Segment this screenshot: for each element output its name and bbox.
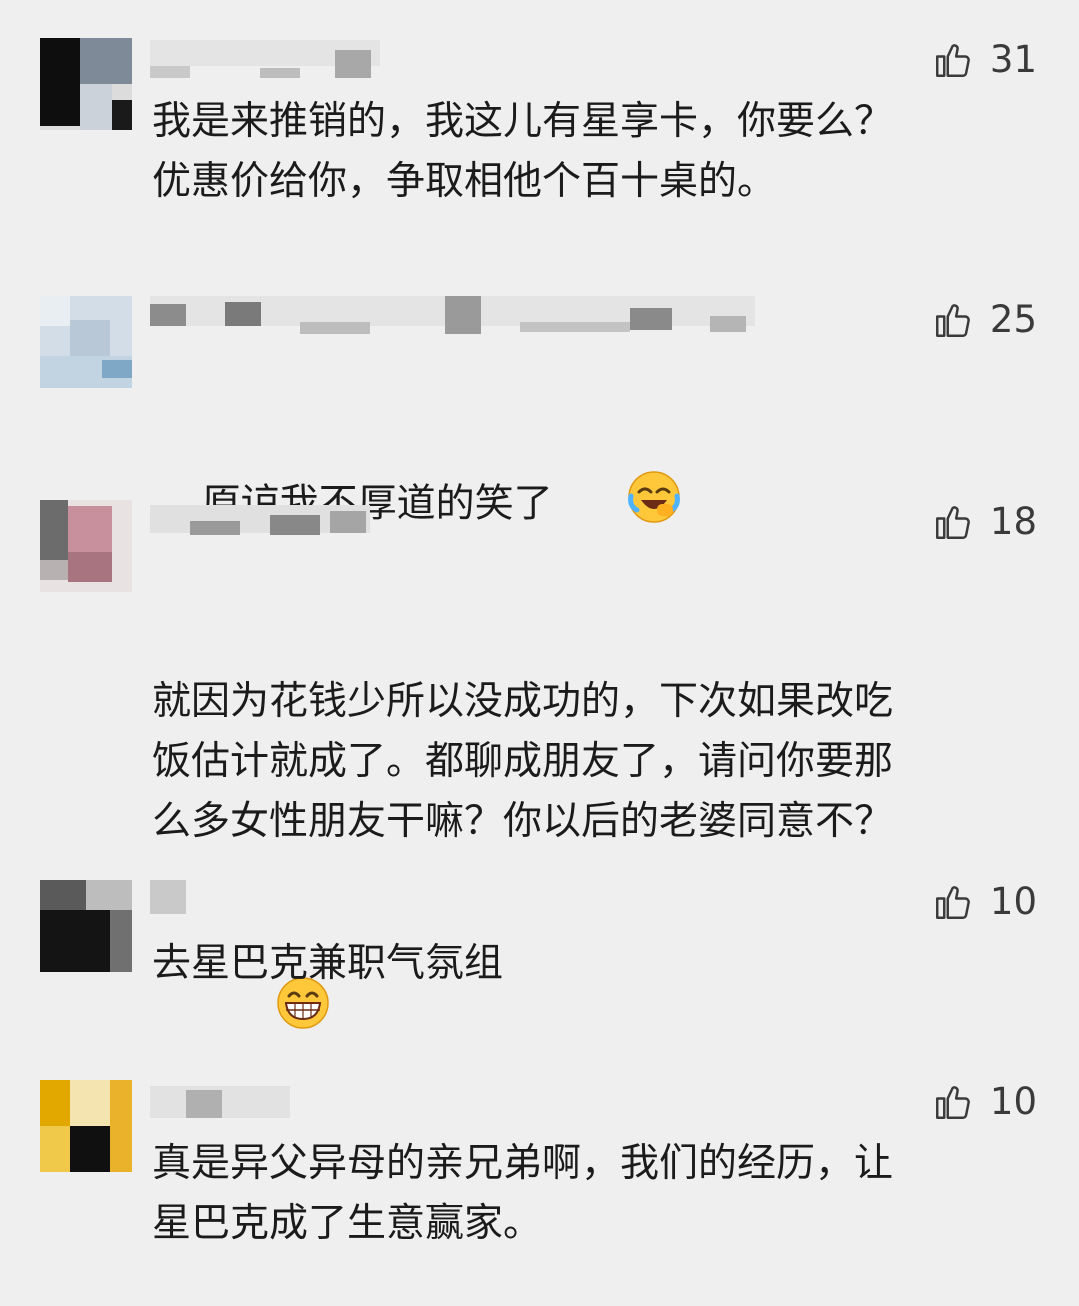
like-button[interactable]: 10: [932, 880, 1037, 923]
avatar[interactable]: [40, 296, 132, 388]
username-redacted[interactable]: [150, 880, 190, 920]
username-redacted[interactable]: [150, 505, 380, 545]
like-button[interactable]: 31: [932, 38, 1037, 81]
comment-text: 去星巴克兼职气氛组: [152, 941, 504, 986]
like-count: 18: [989, 500, 1037, 543]
comment-text: 真是异父异母的亲兄弟啊，我们的经历，让 星巴克成了生意赢家。: [152, 1141, 894, 1246]
avatar[interactable]: [40, 1080, 132, 1172]
comment-text: 就因为花钱少所以没成功的，下次如果改吃 饭估计就成了。都聊成朋友了，请问你要那 …: [152, 552, 1012, 1168]
like-button[interactable]: 10: [932, 1080, 1037, 1123]
thumbs-up-icon: [935, 505, 970, 539]
like-count: 31: [989, 38, 1037, 81]
like-count: 25: [989, 298, 1037, 341]
comment-text-body: 就因为花钱少所以没成功的，下次如果改吃 饭估计就成了。都聊成朋友了，请问你要那 …: [152, 679, 894, 844]
avatar[interactable]: [40, 38, 132, 130]
thumbs-up-icon: [935, 43, 970, 77]
thumbs-up-icon: [935, 1085, 970, 1119]
like-button[interactable]: 25: [932, 298, 1037, 341]
thumbs-up-icon: [935, 303, 970, 337]
avatar[interactable]: [40, 880, 132, 972]
username-redacted[interactable]: [150, 1086, 300, 1126]
thumbs-up-icon: [935, 885, 970, 919]
username-redacted[interactable]: [150, 40, 390, 80]
like-count: 10: [989, 880, 1037, 923]
like-count: 10: [989, 1080, 1037, 1123]
comment-text: 我是来推销的，我这儿有星享卡，你要么？ 优惠价给你，争取相他个百十桌的。: [152, 99, 894, 204]
like-button[interactable]: 18: [932, 500, 1037, 543]
username-redacted[interactable]: [150, 296, 770, 336]
avatar[interactable]: [40, 500, 132, 592]
